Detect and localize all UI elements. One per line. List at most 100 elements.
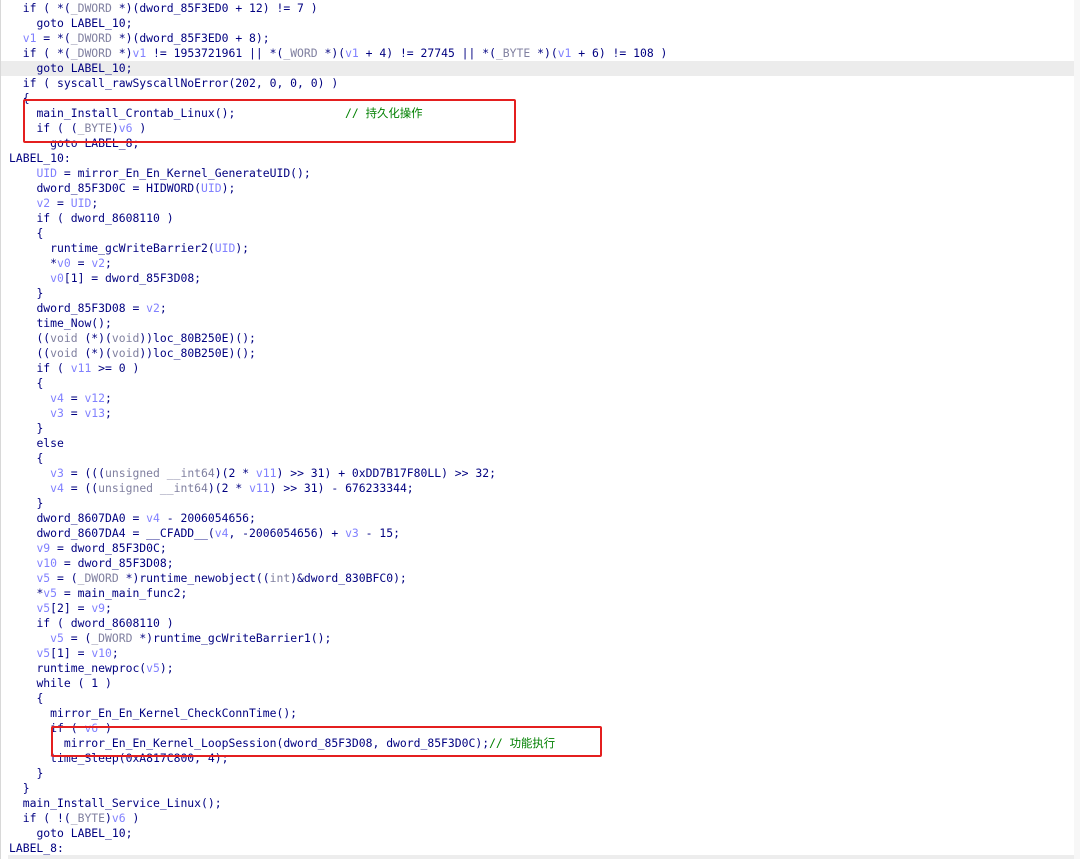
- code-line[interactable]: dword_85F3D0C = HIDWORD(UID);: [1, 181, 1080, 196]
- code-token: ;: [105, 406, 112, 420]
- code-line[interactable]: goto LABEL_10;: [1, 16, 1080, 31]
- code-line[interactable]: }: [1, 286, 1080, 301]
- code-line[interactable]: if ( dword_8608110 ): [1, 616, 1080, 631]
- code-line[interactable]: if ( !(_BYTE)v6 ): [1, 811, 1080, 826]
- code-line[interactable]: LABEL_8:: [1, 841, 1080, 856]
- code-line[interactable]: goto LABEL_8;: [1, 136, 1080, 151]
- code-token: );: [235, 241, 250, 255]
- code-line[interactable]: if ( (_BYTE)v6 ): [1, 121, 1080, 136]
- code-token: UID: [201, 181, 222, 195]
- code-line[interactable]: dword_8607DA4 = __CFADD__(v4, -200605465…: [1, 526, 1080, 541]
- pseudocode-view[interactable]: if ( *(_DWORD *)(dword_85F3ED0 + 12) != …: [0, 0, 1080, 859]
- code-line[interactable]: runtime_newproc(v5);: [1, 661, 1080, 676]
- code-token: ;: [91, 196, 99, 210]
- code-line[interactable]: dword_85F3D08 = v2;: [1, 301, 1080, 316]
- code-line[interactable]: *v5 = main_main_func2;: [1, 586, 1080, 601]
- code-line[interactable]: v5 = (_DWORD *)runtime_gcWriteBarrier1()…: [1, 631, 1080, 646]
- code-token: _BYTE: [495, 46, 531, 60]
- code-line[interactable]: if ( *(_DWORD *)v1 != 1953721961 || *(_W…: [1, 46, 1080, 61]
- code-line[interactable]: *v0 = v2;: [1, 256, 1080, 271]
- code-line[interactable]: goto LABEL_10;: [1, 826, 1080, 841]
- code-line[interactable]: v0[1] = dword_85F3D08;: [1, 271, 1080, 286]
- code-line[interactable]: v9 = dword_85F3D0C;: [1, 541, 1080, 556]
- code-token: {: [36, 691, 44, 705]
- code-line[interactable]: {: [1, 451, 1080, 466]
- code-token: main_Install_Crontab_Linux();: [36, 106, 236, 120]
- code-line[interactable]: if ( syscall_rawSyscallNoError(202, 0, 0…: [1, 76, 1080, 91]
- code-line[interactable]: mirror_En_En_Kernel_LoopSession(dword_85…: [1, 736, 1080, 751]
- code-line[interactable]: v4 = v12;: [1, 391, 1080, 406]
- code-token: }: [36, 496, 44, 510]
- code-line[interactable]: mirror_En_En_Kernel_CheckConnTime();: [1, 706, 1080, 721]
- horizontal-scrollbar[interactable]: [8, 855, 1074, 859]
- code-line[interactable]: v5[2] = v9;: [1, 601, 1080, 616]
- code-token: ))loc_80B250E)();: [139, 346, 256, 360]
- code-token: = ((: [63, 481, 99, 495]
- code-token: = *(: [36, 31, 71, 45]
- code-token: v1: [22, 31, 37, 45]
- code-line[interactable]: }: [1, 766, 1080, 781]
- code-line[interactable]: v4 = ((unsigned __int64)(2 * v11) >> 31)…: [1, 481, 1080, 496]
- code-token: _DWORD: [70, 46, 112, 60]
- code-token: v1: [557, 46, 572, 60]
- code-token: =: [63, 391, 85, 405]
- code-line[interactable]: v3 = (((unsigned __int64)(2 * v11) >> 31…: [1, 466, 1080, 481]
- code-line[interactable]: {: [1, 91, 1080, 106]
- code-token: *)(: [530, 46, 558, 60]
- code-token: goto LABEL_10;: [36, 16, 133, 30]
- code-line[interactable]: time_Now();: [1, 316, 1080, 331]
- code-line[interactable]: else: [1, 436, 1080, 451]
- code-token: goto LABEL_10;: [36, 61, 133, 75]
- code-line[interactable]: {: [1, 691, 1080, 706]
- code-line[interactable]: UID = mirror_En_En_Kernel_GenerateUID();: [1, 166, 1080, 181]
- code-line[interactable]: time_Sleep(0xA817C800, 4);: [1, 751, 1080, 766]
- code-line[interactable]: }: [1, 781, 1080, 796]
- code-line[interactable]: if ( v6 ): [1, 721, 1080, 736]
- code-line[interactable]: if ( dword_8608110 ): [1, 211, 1080, 226]
- code-line[interactable]: goto LABEL_10;: [1, 61, 1080, 76]
- code-line[interactable]: {: [1, 226, 1080, 241]
- code-token: v3: [50, 466, 64, 480]
- code-line[interactable]: {: [1, 376, 1080, 391]
- vertical-scrollbar[interactable]: [1074, 0, 1080, 859]
- code-token: void: [111, 331, 140, 345]
- code-line[interactable]: v5 = (_DWORD *)runtime_newobject((int)&d…: [1, 571, 1080, 586]
- code-token: (*)(: [77, 346, 112, 360]
- code-line[interactable]: v2 = UID;: [1, 196, 1080, 211]
- code-line[interactable]: v5[1] = v10;: [1, 646, 1080, 661]
- code-token: UID: [70, 196, 92, 210]
- code-line[interactable]: while ( 1 ): [1, 676, 1080, 691]
- code-token: {: [36, 226, 44, 240]
- code-line[interactable]: }: [1, 496, 1080, 511]
- code-token: + 4) != 27745 || *(: [358, 46, 496, 60]
- code-line[interactable]: if ( v11 >= 0 ): [1, 361, 1080, 376]
- code-line[interactable]: v1 = *(_DWORD *)(dword_85F3ED0 + 8);: [1, 31, 1080, 46]
- code-token: v11: [249, 481, 270, 495]
- code-line[interactable]: v3 = v13;: [1, 406, 1080, 421]
- code-line[interactable]: LABEL_10:: [1, 151, 1080, 166]
- code-line[interactable]: }: [1, 421, 1080, 436]
- code-line[interactable]: ((void (*)(void))loc_80B250E)();: [1, 331, 1080, 346]
- code-line[interactable]: if ( *(_DWORD *)(dword_85F3ED0 + 12) != …: [1, 1, 1080, 16]
- code-token: =: [63, 406, 85, 420]
- code-line[interactable]: ((void (*)(void))loc_80B250E)();: [1, 346, 1080, 361]
- code-line[interactable]: dword_8607DA0 = v4 - 2006054656;: [1, 511, 1080, 526]
- code-token: ((: [36, 331, 51, 345]
- code-line[interactable]: main_Install_Crontab_Linux(); // 持久化操作: [1, 106, 1080, 121]
- code-line[interactable]: v10 = dword_85F3D08;: [1, 556, 1080, 571]
- code-line[interactable]: main_Install_Service_Linux();: [1, 796, 1080, 811]
- code-token: = (: [50, 571, 78, 585]
- code-line[interactable]: runtime_gcWriteBarrier2(UID);: [1, 241, 1080, 256]
